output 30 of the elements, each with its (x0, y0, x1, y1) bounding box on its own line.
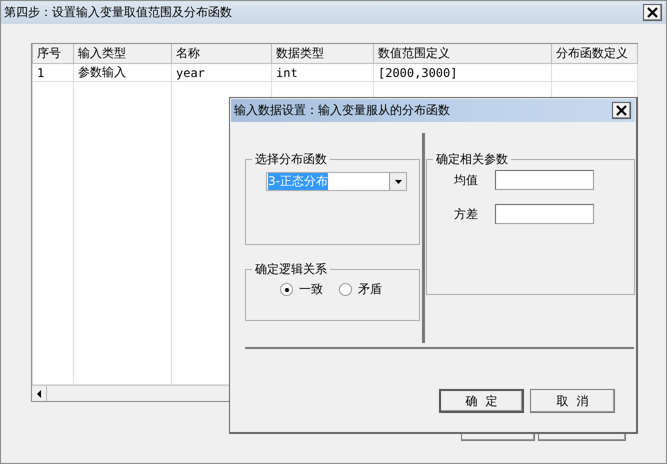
column-header[interactable]: 数值范围定义 (374, 44, 552, 64)
column-header[interactable]: 序号 (32, 44, 74, 64)
group-label: 确定相关参数 (435, 151, 510, 168)
table-cell: 参数输入 (74, 64, 172, 82)
group-label: 确定逻辑关系 (254, 261, 328, 278)
radio-option[interactable]: 一致 (280, 281, 323, 298)
radio-option[interactable]: 矛盾 (339, 281, 382, 298)
dialog-title: 输入数据设置：输入变量服从的分布函数 (234, 102, 450, 119)
input-field[interactable] (495, 170, 594, 190)
input-field[interactable] (495, 204, 594, 224)
column-header[interactable]: 分布函数定义 (552, 44, 638, 64)
column-header[interactable]: 数据类型 (272, 44, 374, 64)
group-label: 选择分布函数 (254, 151, 328, 168)
table-cell: int (272, 64, 374, 82)
cancel-button[interactable]: 取 消 (530, 389, 615, 413)
table-cell: year (172, 64, 272, 82)
field-label: 方差 (454, 206, 480, 222)
close-icon (647, 7, 658, 18)
column-header[interactable]: 输入类型 (74, 44, 172, 64)
table-cell: [2000,3000] (374, 64, 552, 82)
close-icon (616, 105, 627, 116)
close-button[interactable] (612, 102, 631, 119)
left-arrow-icon (36, 390, 42, 398)
column-header[interactable]: 名称 (172, 44, 272, 64)
close-button[interactable] (643, 4, 662, 21)
field-label: 均值 (454, 172, 480, 188)
ok-button[interactable]: 确 定 (439, 389, 524, 413)
caret-icon (394, 180, 402, 184)
table-cell: 1 (32, 64, 74, 82)
window-title: 第四步：设置输入变量取值范围及分布函数 (4, 4, 232, 21)
